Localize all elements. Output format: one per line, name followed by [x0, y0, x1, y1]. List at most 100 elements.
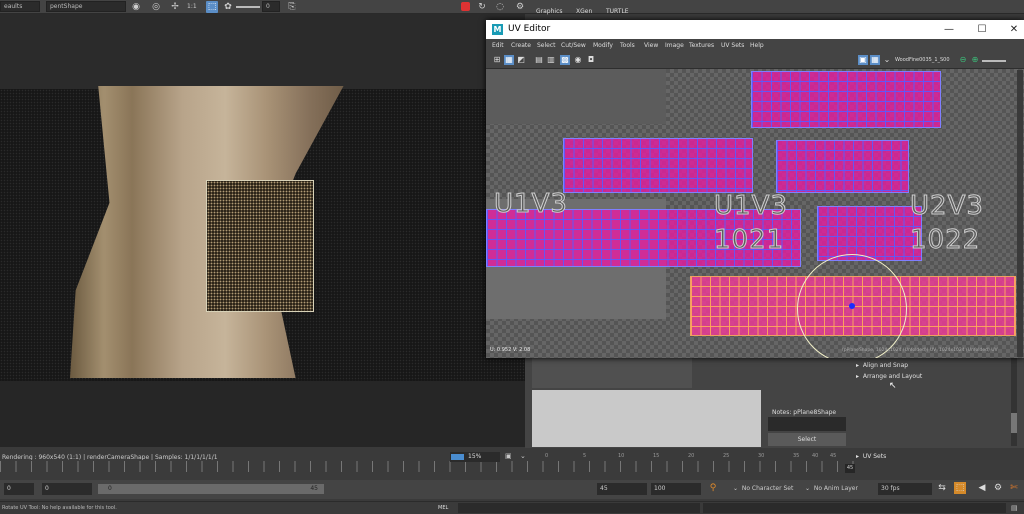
section-arrange-layout[interactable]: ▸ Arrange and Layout	[856, 373, 922, 380]
tab-turtle[interactable]: TURTLE	[606, 8, 629, 15]
fps-dropdown[interactable]: 30 fps	[878, 483, 932, 495]
menu-edit[interactable]: Edit	[492, 39, 504, 52]
character-set-label: No Character Set	[741, 485, 794, 492]
menu-view[interactable]: View	[644, 39, 658, 52]
pin-icon[interactable]: ✢	[169, 1, 181, 13]
shade-icon[interactable]: ◉	[573, 55, 583, 65]
current-frame[interactable]: 45	[845, 464, 855, 473]
uv-editor-titlebar[interactable]: M UV Editor — ☐ ✕	[486, 20, 1024, 39]
tools-icon[interactable]: ✄	[1008, 482, 1020, 494]
tile-label: U2V3 1022	[910, 191, 984, 256]
exposure-slider[interactable]	[982, 60, 1006, 62]
grid-icon[interactable]: ⊞	[492, 55, 502, 65]
menu-select[interactable]: Select	[537, 39, 556, 52]
exposure-icon[interactable]: ✿	[222, 1, 234, 13]
camera-icon[interactable]: ▣	[505, 452, 512, 460]
command-result	[703, 503, 1006, 513]
tick-label: 40	[812, 453, 819, 459]
texture-tiles-icon[interactable]: ▦	[870, 55, 880, 65]
tick-label: 15	[653, 453, 660, 459]
minimize-button[interactable]: —	[941, 20, 957, 39]
tick-label: 5	[583, 453, 587, 459]
menu-uv-sets[interactable]: UV Sets	[721, 39, 744, 52]
section-align-snap-label: Align and Snap	[862, 362, 909, 369]
prefs-icon[interactable]: ⚙	[992, 482, 1004, 494]
auto-key-icon[interactable]: ⬚	[954, 482, 966, 494]
uv-shell[interactable]	[776, 140, 909, 193]
exposure-slider[interactable]	[236, 6, 260, 8]
select-button[interactable]: Select	[768, 433, 846, 446]
command-line[interactable]	[458, 503, 700, 513]
layout-field[interactable]: eaults	[0, 1, 40, 12]
zoom-indicator	[451, 454, 464, 460]
ipr-icon[interactable]: ◌	[494, 1, 506, 13]
redo-icon[interactable]: ↻	[476, 1, 488, 13]
notes-label: Notes: pPlane8Shape	[772, 409, 837, 416]
exposure-value[interactable]: 0	[262, 1, 280, 12]
settings-icon[interactable]: ⚙	[514, 1, 526, 13]
uv-shell[interactable]	[563, 138, 753, 193]
range-slider[interactable]: 0 45	[98, 484, 324, 494]
menu-create[interactable]: Create	[511, 39, 531, 52]
script-editor-icon[interactable]: ▤	[1011, 502, 1018, 514]
tab-graphics[interactable]: Graphics	[536, 8, 563, 15]
tick-label: 45	[830, 453, 837, 459]
stop-render-icon[interactable]	[461, 2, 470, 11]
uv-grid-canvas[interactable]: U1V3 U1V3 1021 U2V3 1022 U: 0.952 V: 2.0…	[486, 69, 1024, 358]
chevron-down-icon[interactable]: ⌄	[520, 452, 526, 460]
maximize-button[interactable]: ☐	[974, 20, 990, 39]
section-uv-sets[interactable]: ▸ UV Sets	[856, 453, 886, 460]
section-align-snap[interactable]: ▸ Align and Snap	[856, 362, 908, 369]
uv-editor-scrollbar[interactable]	[1017, 70, 1023, 357]
anim-layer-dropdown[interactable]: ⌄ No Anim Layer	[805, 483, 858, 495]
snapshot-icon[interactable]: ◎	[150, 1, 162, 13]
render-region-box[interactable]	[206, 180, 314, 312]
panel-scrollbar-thumb[interactable]	[1011, 413, 1017, 433]
chevron-down-icon[interactable]: ⌄	[882, 55, 892, 65]
snapshot-icon[interactable]: ◘	[586, 55, 596, 65]
checker-icon[interactable]: ▩	[560, 55, 570, 65]
texture-name[interactable]: WoodFine0035_1_S00	[895, 57, 950, 63]
character-set-dropdown[interactable]: ⌄ No Character Set	[733, 483, 793, 495]
render-region-icon[interactable]: ◉	[130, 1, 142, 13]
uv-coordinate-readout: U: 0.952 V: 2.08	[490, 347, 531, 353]
menu-textures[interactable]: Textures	[689, 39, 714, 52]
filter-icon[interactable]: ▤	[534, 55, 544, 65]
menu-tools[interactable]: Tools	[620, 39, 635, 52]
tick-label: 0	[545, 453, 549, 459]
sound-icon[interactable]: ◀	[976, 482, 988, 494]
rotate-pivot[interactable]	[849, 303, 855, 309]
dim-image-icon[interactable]: ◩	[516, 55, 526, 65]
panel-dark-area	[532, 358, 692, 388]
uv-editor-window: M UV Editor — ☐ ✕ Edit Create Select Cut…	[486, 20, 1024, 358]
key-icon[interactable]: ⚲	[707, 482, 719, 494]
notes-field[interactable]	[768, 417, 846, 431]
tile-label: U1V3 1021	[714, 191, 788, 256]
playback-end-field[interactable]: 45	[597, 483, 647, 495]
section-uv-sets-label: UV Sets	[862, 453, 887, 460]
link-icon[interactable]: ⊖	[958, 55, 968, 65]
tab-xgen[interactable]: XGen	[576, 8, 592, 15]
uv-shell[interactable]	[817, 206, 922, 261]
image-display-icon[interactable]: ▦	[504, 55, 514, 65]
refresh-icon[interactable]: ⊕	[970, 55, 980, 65]
render-view[interactable]	[0, 14, 525, 447]
menu-cut-sew[interactable]: Cut/Sew	[561, 39, 586, 52]
adjust-icon[interactable]: ⎘	[286, 1, 298, 13]
menu-help[interactable]: Help	[750, 39, 764, 52]
start-frame-field[interactable]: 0	[4, 483, 34, 495]
end-frame-field[interactable]: 100	[651, 483, 701, 495]
menu-modify[interactable]: Modify	[593, 39, 613, 52]
select-tool-icon[interactable]: ⬚	[206, 1, 218, 13]
isolate-icon[interactable]: ▥	[546, 55, 556, 65]
mouse-cursor-icon: ↖	[889, 381, 897, 391]
playback-start-field[interactable]: 0	[42, 483, 92, 495]
tick-label: 25	[723, 453, 730, 459]
uv-shell[interactable]	[751, 71, 941, 128]
loop-icon[interactable]: ⇆	[936, 482, 948, 494]
close-button[interactable]: ✕	[1006, 20, 1022, 39]
uv-editor-menubar: Edit Create Select Cut/Sew Modify Tools …	[486, 39, 1024, 52]
shape-field[interactable]: pentShape	[46, 1, 126, 12]
menu-image[interactable]: Image	[665, 39, 684, 52]
texture-display-icon[interactable]: ▣	[858, 55, 868, 65]
